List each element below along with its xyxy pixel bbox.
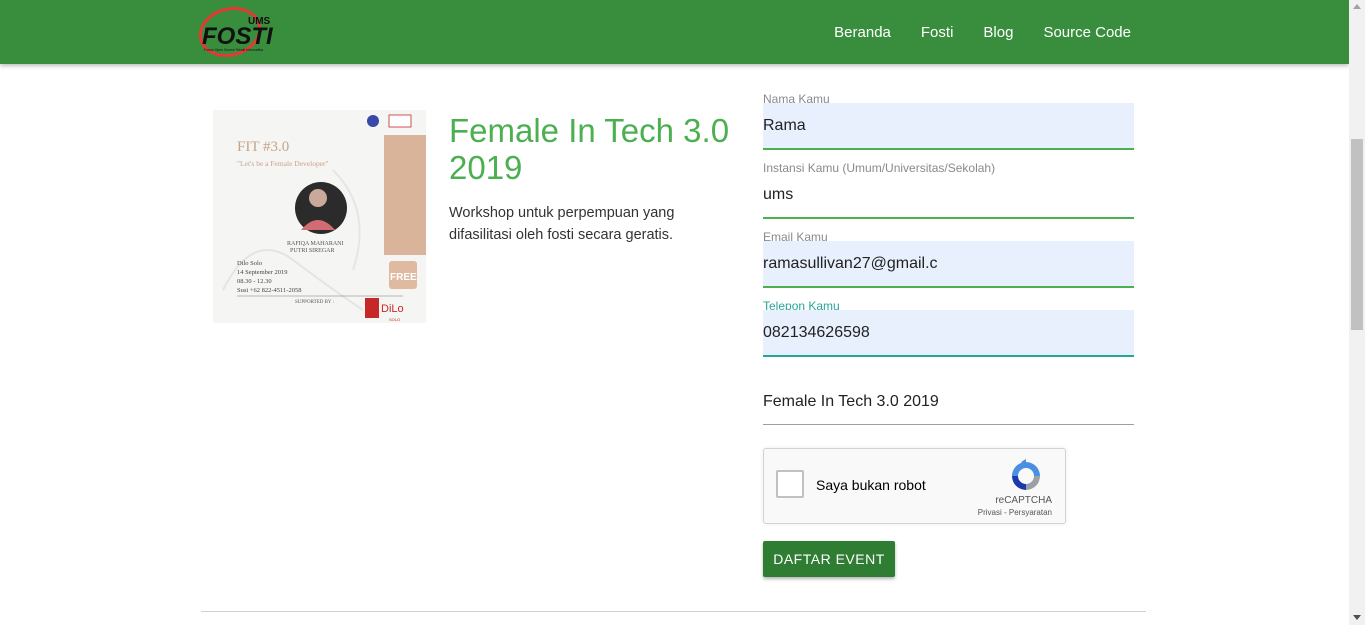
daftar-event-button[interactable]: DAFTAR EVENT — [763, 541, 895, 577]
recaptcha-terms-link[interactable]: Privasi - Persyaratan — [978, 508, 1052, 517]
phone-input[interactable] — [763, 310, 1134, 356]
name-input[interactable] — [763, 103, 1134, 149]
email-input[interactable] — [763, 241, 1134, 287]
phone-field-underline — [763, 355, 1134, 357]
poster-contact: Susi +62 822-4511-2058 — [237, 287, 301, 294]
recaptcha-label: Saya bukan robot — [816, 477, 926, 493]
page-scrollbar[interactable] — [1349, 0, 1365, 625]
event-name-field-underline — [763, 424, 1134, 425]
event-title: Female In Tech 3.0 2019 — [449, 112, 730, 186]
nav-menu: Beranda Fosti Blog Source Code — [804, 0, 1131, 64]
poster-supported: SUPPORTED BY : — [295, 300, 334, 305]
nav-link-source-code[interactable]: Source Code — [1043, 24, 1131, 41]
poster-date: 14 September 2019 — [237, 269, 288, 276]
ums-seal-icon — [367, 115, 379, 127]
scroll-down-arrow-icon[interactable] — [1353, 615, 1361, 620]
nav-link-fosti[interactable]: Fosti — [921, 24, 954, 41]
fosti-logo[interactable]: UMS FOSTI Forum Open Source Teknik Infor… — [198, 4, 292, 60]
logo-main-text: FOSTI — [202, 23, 274, 50]
section-divider — [201, 611, 1146, 612]
recaptcha-brand: reCAPTCHA — [995, 495, 1052, 506]
event-description: Workshop untuk perpempuan yang difasilit… — [449, 205, 675, 243]
recaptcha-checkbox[interactable] — [776, 470, 804, 498]
event-poster-image: FIT #3.0 "Let's be a Female Developer" R… — [213, 110, 426, 323]
logo-tagline: Forum Open Source Teknik Informatika — [204, 48, 263, 52]
poster-tagline: "Let's be a Female Developer" — [237, 159, 329, 168]
nav-link-beranda[interactable]: Beranda — [834, 24, 891, 41]
poster-sponsor: DiLo — [381, 303, 404, 315]
scroll-up-arrow-icon[interactable] — [1353, 4, 1361, 9]
recaptcha-widget: Saya bukan robot reCAPTCHA Privasi - Per… — [763, 448, 1066, 524]
recaptcha-logo-icon — [1009, 459, 1043, 493]
name-field-underline — [763, 148, 1134, 150]
poster-speaker-2: PUTRI SIREGAR — [290, 248, 335, 254]
institution-field-underline — [763, 217, 1134, 219]
poster-heading: FIT #3.0 — [237, 139, 289, 155]
event-name-input[interactable] — [763, 379, 1134, 425]
email-field-underline — [763, 286, 1134, 288]
nav-link-blog[interactable]: Blog — [983, 24, 1013, 41]
top-navbar: UMS FOSTI Forum Open Source Teknik Infor… — [0, 0, 1349, 64]
poster-sponsor-sub: SOLO — [389, 317, 400, 322]
poster-time: 08.30 - 12.30 — [237, 278, 272, 285]
poster-venue: Dilo Solo — [237, 260, 262, 267]
poster-speaker-1: RAFIQA MAHARANI — [287, 241, 344, 247]
institution-input[interactable] — [763, 172, 1134, 218]
poster-free-badge: FREE — [390, 272, 417, 283]
scroll-thumb[interactable] — [1351, 139, 1363, 330]
